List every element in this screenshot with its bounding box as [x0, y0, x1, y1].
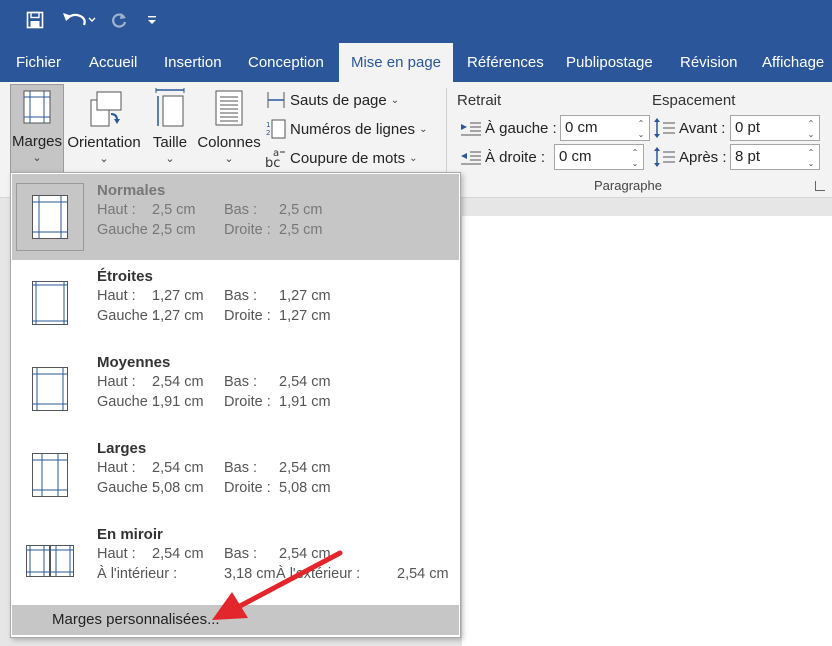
- spacing-title: Espacement: [652, 92, 736, 109]
- undo-icon[interactable]: [58, 8, 98, 32]
- size-label: Taille: [152, 134, 188, 151]
- tab-mise-en-page[interactable]: Mise en page: [339, 43, 453, 82]
- tab-revision[interactable]: Révision: [680, 43, 738, 82]
- margin-option-en-miroir[interactable]: En miroir Haut : 2,54 cm Bas : 2,54 cm À…: [12, 518, 459, 604]
- tab-publipostage[interactable]: Publipostage: [566, 43, 653, 82]
- columns-button[interactable]: Colonnes ⌄: [197, 86, 261, 170]
- margins-label: Marges: [11, 133, 63, 150]
- redo-icon[interactable]: [106, 8, 132, 32]
- line-numbers-icon: 12: [265, 119, 287, 139]
- margins-button[interactable]: Marges ⌄: [10, 84, 64, 174]
- chevron-down-icon: ⌄: [224, 153, 234, 165]
- customize-qat-icon[interactable]: [145, 8, 159, 32]
- paragraph-group-label: Paragraphe: [594, 178, 662, 193]
- line-numbers-label: Numéros de lignes: [290, 120, 416, 138]
- chevron-down-icon: ⌄: [409, 152, 418, 164]
- spin-up-icon[interactable]: ⌃: [806, 120, 816, 128]
- hyphenation-button[interactable]: bc a Coupure de mots ⌄: [265, 146, 417, 170]
- hyphenation-icon: bc a: [265, 148, 287, 169]
- tab-accueil[interactable]: Accueil: [89, 43, 137, 82]
- space-before-input[interactable]: 0 pt ⌃ ⌄: [730, 115, 820, 141]
- dialog-launcher-icon[interactable]: [815, 181, 825, 191]
- orientation-icon: [85, 86, 123, 130]
- margins-normal-icon: [16, 183, 84, 251]
- page-breaks-icon: [265, 90, 287, 110]
- indent-left-label: À gauche :: [485, 120, 557, 137]
- spin-down-icon[interactable]: ⌄: [630, 160, 640, 168]
- margins-narrow-icon: [16, 269, 84, 337]
- space-after-icon: [653, 146, 675, 171]
- indent-right-icon: [461, 150, 481, 169]
- chevron-down-icon: ⌄: [165, 153, 175, 165]
- space-before-icon: [653, 117, 675, 142]
- svg-text:2: 2: [266, 129, 270, 137]
- orientation-label: Orientation: [67, 134, 141, 151]
- svg-text:a: a: [273, 148, 279, 159]
- spin-up-icon[interactable]: ⌃: [630, 149, 640, 157]
- tab-conception[interactable]: Conception: [248, 43, 324, 82]
- tab-affichage[interactable]: Affichage: [762, 43, 824, 82]
- save-icon[interactable]: [22, 8, 48, 32]
- size-button[interactable]: Taille ⌄: [146, 86, 194, 170]
- spin-down-icon[interactable]: ⌄: [806, 131, 816, 139]
- spin-down-icon[interactable]: ⌄: [806, 160, 816, 168]
- tab-fichier[interactable]: Fichier: [16, 43, 61, 82]
- page-size-icon: [151, 86, 189, 130]
- margin-option-etroites[interactable]: Étroites Haut : 1,27 cm Bas : 1,27 cm Ga…: [12, 260, 459, 346]
- indent-right-label: À droite :: [485, 149, 546, 166]
- quick-access-toolbar: [0, 0, 832, 43]
- margin-option-larges[interactable]: Larges Haut : 2,54 cm Bas : 2,54 cm Gauc…: [12, 432, 459, 518]
- spin-up-icon[interactable]: ⌃: [636, 120, 646, 128]
- margins-moderate-icon: [16, 355, 84, 423]
- margins-icon: [18, 85, 56, 129]
- indent-left-icon: [461, 121, 481, 140]
- chevron-down-icon: ⌄: [99, 153, 109, 165]
- chevron-down-icon: ⌄: [32, 152, 42, 164]
- space-before-label: Avant :: [679, 120, 726, 137]
- margins-mirrored-icon: [16, 527, 84, 595]
- indent-title: Retrait: [457, 92, 502, 109]
- spin-up-icon[interactable]: ⌃: [806, 149, 816, 157]
- margin-option-normales[interactable]: Normales Haut : 2,5 cm Bas : 2,5 cm Gauc…: [12, 174, 459, 260]
- line-numbers-button[interactable]: 12 Numéros de lignes ⌄: [265, 117, 427, 141]
- spin-down-icon[interactable]: ⌄: [636, 131, 646, 139]
- orientation-button[interactable]: Orientation ⌄: [66, 86, 142, 170]
- page-breaks-button[interactable]: Sauts de page ⌄: [265, 88, 399, 112]
- margins-dropdown: Normales Haut : 2,5 cm Bas : 2,5 cm Gauc…: [10, 172, 461, 638]
- custom-margins-label: Marges personnalisées...: [52, 611, 220, 628]
- document-page[interactable]: [462, 216, 832, 646]
- hyphenation-label: Coupure de mots: [290, 149, 406, 167]
- page-breaks-label: Sauts de page: [290, 91, 387, 109]
- margin-option-moyennes[interactable]: Moyennes Haut : 2,54 cm Bas : 2,54 cm Ga…: [12, 346, 459, 432]
- space-after-label: Après :: [679, 149, 727, 166]
- ribbon-tabs: Fichier Accueil Insertion Conception Mis…: [0, 43, 832, 82]
- columns-icon: [210, 86, 248, 130]
- space-after-input[interactable]: 8 pt ⌃ ⌄: [730, 144, 820, 170]
- indent-right-input[interactable]: 0 cm ⌃ ⌄: [554, 144, 644, 170]
- columns-label: Colonnes: [197, 134, 261, 151]
- tab-insertion[interactable]: Insertion: [164, 43, 222, 82]
- indent-left-input[interactable]: 0 cm ⌃ ⌄: [560, 115, 650, 141]
- svg-text:1: 1: [266, 121, 270, 129]
- chevron-down-icon: ⌄: [390, 94, 400, 106]
- tab-references[interactable]: Références: [467, 43, 544, 82]
- chevron-down-icon: ⌄: [419, 123, 428, 135]
- margins-wide-icon: [16, 441, 84, 509]
- custom-margins-button[interactable]: Marges personnalisées...: [12, 605, 459, 635]
